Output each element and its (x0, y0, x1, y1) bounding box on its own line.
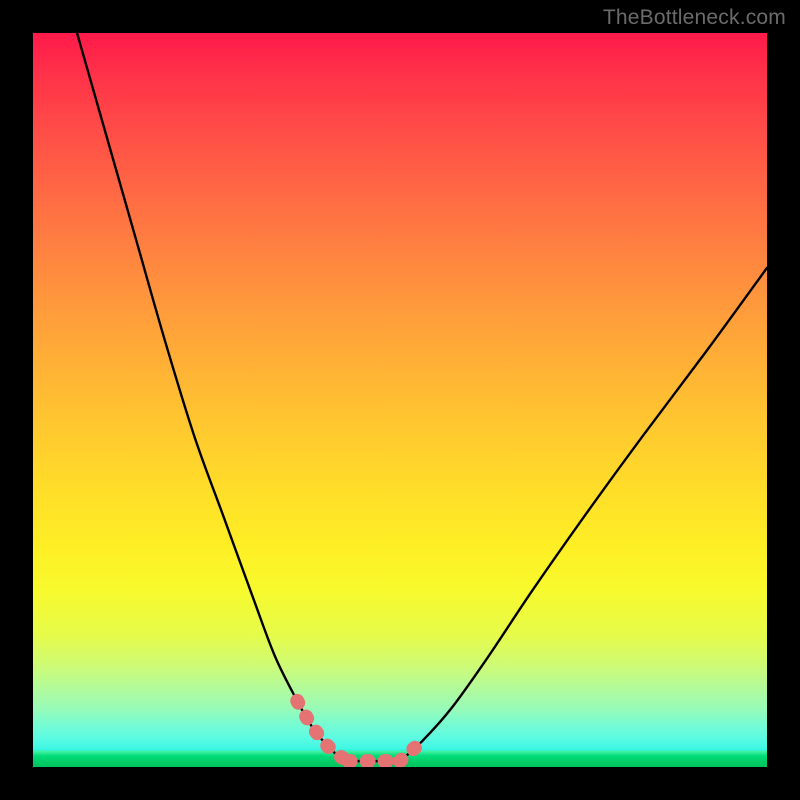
highlight-layer (297, 701, 422, 761)
series-right-curve (400, 268, 767, 761)
curve-layer (77, 33, 767, 761)
chart-frame: TheBottleneck.com (0, 0, 800, 800)
plot-area (33, 33, 767, 767)
curves-svg (33, 33, 767, 767)
watermark-text: TheBottleneck.com (603, 6, 786, 30)
series-left-curve (77, 33, 349, 761)
highlight-segment-0 (297, 701, 348, 761)
highlight-segment-2 (400, 741, 422, 761)
